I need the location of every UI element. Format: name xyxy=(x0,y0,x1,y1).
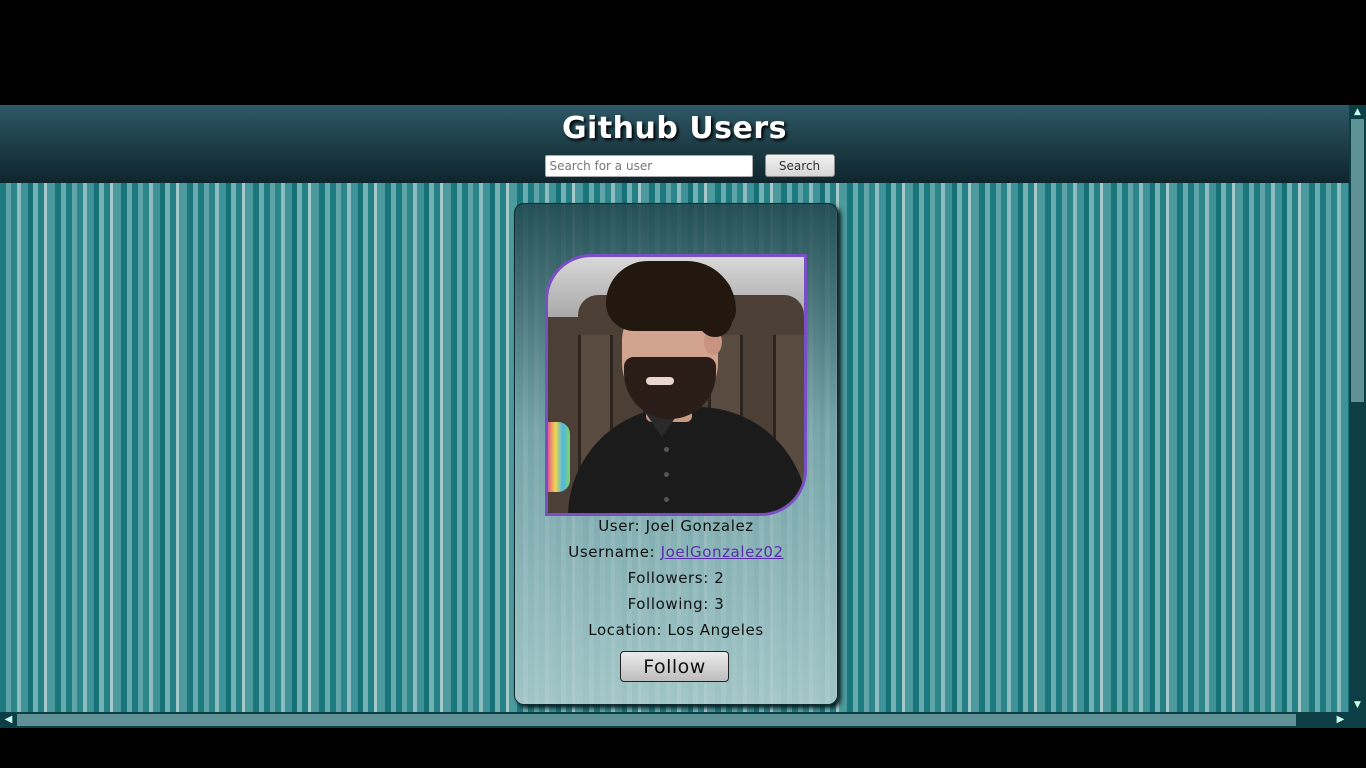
user-label: User: xyxy=(598,517,641,535)
top-black-bar xyxy=(0,0,1366,105)
following-label: Following: xyxy=(627,595,709,613)
avatar-shirt-button xyxy=(664,447,669,452)
location-value: Los Angeles xyxy=(667,621,764,639)
page-header: Github Users Search xyxy=(0,105,1349,183)
avatar-shirt-button xyxy=(664,497,669,502)
followers-label: Followers: xyxy=(627,569,709,587)
avatar-hair-side xyxy=(698,277,732,337)
user-info: User: Joel Gonzalez Username: JoelGonzal… xyxy=(515,515,837,645)
username-row: Username: JoelGonzalez02 xyxy=(515,541,837,567)
search-bar: Search xyxy=(0,154,1349,178)
horizontal-scroll-thumb[interactable] xyxy=(17,714,1296,726)
vertical-scroll-thumb[interactable] xyxy=(1351,119,1364,402)
chevron-right-icon[interactable]: ▶ xyxy=(1332,712,1349,728)
chevron-down-icon[interactable]: ▼ xyxy=(1349,698,1366,712)
page-title: Github Users xyxy=(561,111,788,146)
search-button[interactable]: Search xyxy=(764,154,835,177)
vertical-scrollbar[interactable]: ▲ ▼ xyxy=(1349,105,1366,712)
avatar-shirt-button xyxy=(664,472,669,477)
location-label: Location: xyxy=(588,621,663,639)
user-name-row: User: Joel Gonzalez xyxy=(515,515,837,541)
following-row: Following: 3 xyxy=(515,593,837,619)
user-name-value: Joel Gonzalez xyxy=(645,517,754,535)
avatar-mouth xyxy=(646,377,674,385)
avatar-toy xyxy=(548,422,570,492)
username-link[interactable]: JoelGonzalez02 xyxy=(661,543,784,561)
scrollbar-corner xyxy=(1349,712,1366,728)
following-value: 3 xyxy=(714,595,725,613)
chevron-up-icon[interactable]: ▲ xyxy=(1349,105,1366,119)
search-input[interactable] xyxy=(545,154,754,177)
page-viewport: Github Users Search User: xyxy=(0,105,1349,712)
bottom-black-bar xyxy=(0,728,1366,768)
followers-row: Followers: 2 xyxy=(515,567,837,593)
chevron-left-icon[interactable]: ◀ xyxy=(0,712,17,728)
user-avatar xyxy=(545,254,807,516)
horizontal-scrollbar[interactable]: ◀ ▶ xyxy=(0,712,1349,728)
user-card: User: Joel Gonzalez Username: JoelGonzal… xyxy=(514,203,838,705)
follow-button[interactable]: Follow xyxy=(620,651,729,682)
followers-value: 2 xyxy=(714,569,725,587)
username-label: Username: xyxy=(568,543,656,561)
location-row: Location: Los Angeles xyxy=(515,619,837,645)
